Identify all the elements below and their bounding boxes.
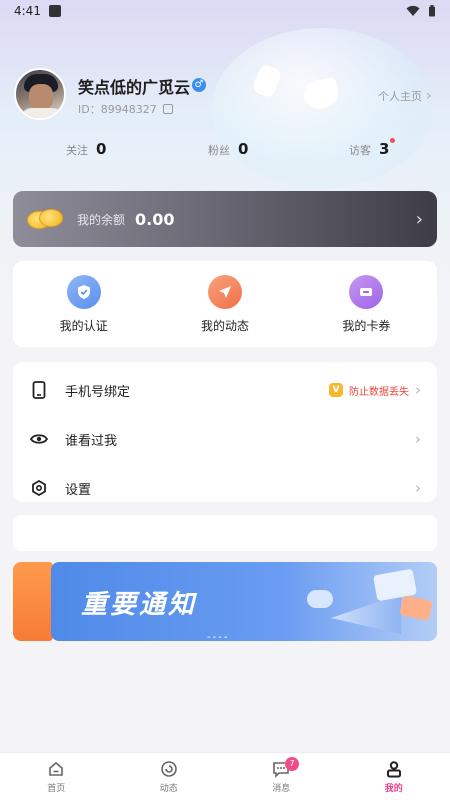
shield-icon: [66, 274, 101, 309]
megaphone-illustration: [307, 568, 433, 638]
stat-label: 访客: [349, 144, 371, 157]
menu-item-label: 谁看过我: [65, 433, 118, 449]
banner-slide[interactable]: 重要通知 ----: [51, 562, 437, 641]
status-bar: 4:41: [0, 0, 450, 22]
coins-icon: [27, 207, 63, 231]
tab-messages[interactable]: 7 消息: [225, 753, 338, 800]
stats-row: 关注 0 粉丝 0 访客 3: [0, 138, 450, 160]
menu-item-label: 设置: [65, 482, 92, 498]
stat-value: 0: [96, 140, 107, 158]
banner-previous-slide[interactable]: [13, 562, 53, 641]
balance-label: 我的余额: [77, 212, 126, 227]
new-visitor-dot: [390, 138, 396, 143]
refresh-icon: [159, 759, 179, 779]
tab-feed[interactable]: 动态: [113, 753, 226, 800]
data-loss-warning: 防止数据丢失: [349, 386, 409, 398]
quick-action-verification[interactable]: 我的认证: [13, 261, 154, 347]
banner-indicator: ----: [207, 632, 230, 641]
menu-item-settings[interactable]: 设置 ›: [29, 467, 421, 509]
menu-item-visitors[interactable]: 谁看过我 ›: [29, 418, 421, 460]
paper-plane-icon: [207, 274, 242, 309]
tab-label: 我的: [384, 784, 403, 794]
stat-visitors[interactable]: 访客 3: [349, 138, 396, 158]
gear-icon: [29, 478, 49, 498]
battery-icon: [429, 5, 435, 17]
user-icon: [384, 759, 404, 779]
menu-item-phone-binding[interactable]: 手机号绑定 V 防止数据丢失 ›: [29, 369, 421, 411]
stat-following[interactable]: 关注 0: [66, 140, 106, 158]
quick-action-label: 我的认证: [59, 318, 108, 333]
chevron-right-icon: ›: [415, 381, 421, 399]
stat-label: 关注: [66, 144, 88, 157]
notice-banner[interactable]: 重要通知 ----: [13, 562, 437, 641]
settings-menu: 手机号绑定 V 防止数据丢失 › 谁看过我 › 设置 ›: [13, 362, 437, 502]
stat-fans[interactable]: 粉丝 0: [208, 140, 248, 158]
username: 笑点低的广觅云: [78, 78, 191, 97]
tab-me[interactable]: 我的: [338, 753, 450, 800]
banner-title: 重要通知: [81, 590, 198, 620]
tab-home[interactable]: 首页: [0, 753, 113, 800]
user-id-text: ID：89948327: [78, 103, 157, 116]
user-id: ID：89948327: [78, 101, 173, 117]
quick-actions: 我的认证 我的动态 我的卡券: [13, 261, 437, 347]
tab-label: 消息: [272, 784, 291, 794]
unread-badge: 7: [285, 757, 299, 771]
phone-icon: [29, 380, 49, 400]
chevron-right-icon: ›: [415, 479, 421, 497]
homepage-link[interactable]: 个人主页 ›: [378, 88, 432, 104]
notification-icon: [48, 5, 61, 17]
tab-label: 首页: [47, 784, 66, 794]
quick-action-coupons[interactable]: 我的卡券: [296, 261, 437, 347]
home-icon: [46, 759, 66, 779]
chevron-right-icon: ›: [415, 430, 421, 448]
vip-badge: V: [329, 383, 343, 397]
balance-card[interactable]: 我的余额 0.00 ›: [13, 191, 437, 247]
stat-value: 3: [379, 138, 396, 158]
quick-action-posts[interactable]: 我的动态: [154, 261, 295, 347]
bottom-tab-bar: 首页 动态 7 消息 我的: [0, 752, 450, 800]
decorative-bubble: [212, 28, 432, 188]
quick-action-label: 我的卡券: [342, 318, 391, 333]
chevron-right-icon: ›: [426, 88, 432, 104]
menu-item-label: 手机号绑定: [65, 384, 131, 400]
wifi-icon: [406, 5, 420, 16]
eye-icon: [29, 429, 49, 449]
tab-label: 动态: [159, 784, 178, 794]
balance-value: 0.00: [135, 209, 175, 229]
copy-icon[interactable]: [162, 104, 173, 114]
empty-card: [13, 515, 437, 551]
quick-action-label: 我的动态: [200, 318, 249, 333]
male-icon: ♂: [192, 78, 206, 92]
ticket-icon: [349, 274, 384, 309]
homepage-link-label: 个人主页: [378, 90, 422, 103]
status-time: 4:41: [14, 4, 41, 18]
stat-value: 0: [238, 140, 249, 158]
chevron-right-icon: ›: [415, 208, 423, 230]
avatar[interactable]: [14, 68, 66, 120]
stat-value-text: 3: [379, 140, 390, 158]
stat-label: 粉丝: [208, 144, 230, 157]
